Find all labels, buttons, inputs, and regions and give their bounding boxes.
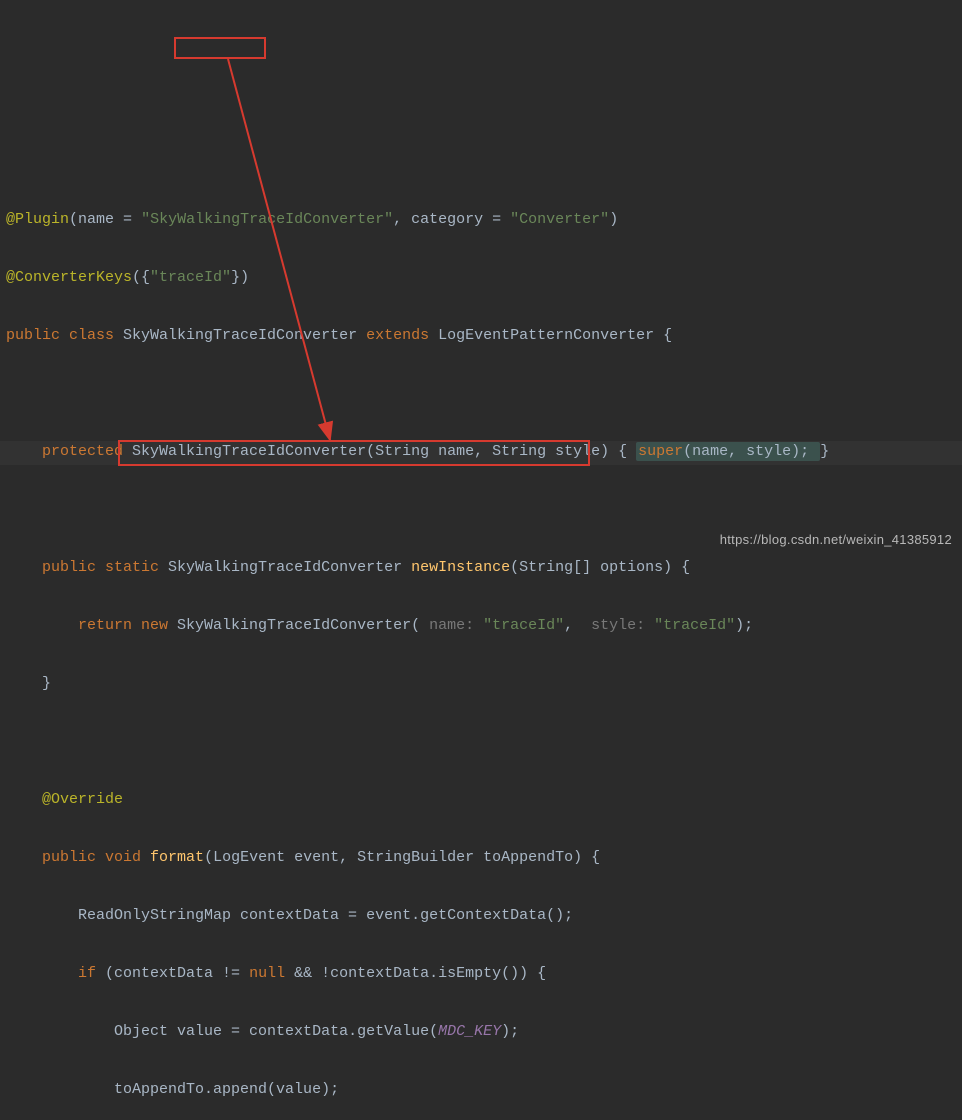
- super-call: super(name, style);: [636, 442, 820, 461]
- code-editor[interactable]: @Plugin(name = "SkyWalkingTraceIdConvert…: [0, 174, 962, 1120]
- blank-line: [6, 727, 962, 756]
- code-line: public static SkyWalkingTraceIdConverter…: [6, 553, 962, 582]
- param-hint: style:: [582, 617, 654, 634]
- code-line: ReadOnlyStringMap contextData = event.ge…: [6, 901, 962, 930]
- blank-line: [6, 379, 962, 408]
- highlight-box-traceId: [174, 37, 266, 59]
- code-line: }: [6, 669, 962, 698]
- code-line: if (contextData != null && !contextData.…: [6, 959, 962, 988]
- annotation: @Override: [42, 791, 123, 808]
- param-hint: name:: [420, 617, 483, 634]
- code-line: Object value = contextData.getValue(MDC_…: [6, 1017, 962, 1046]
- code-line: @ConverterKeys({"traceId"}): [6, 263, 962, 292]
- code-line: @Plugin(name = "SkyWalkingTraceIdConvert…: [6, 205, 962, 234]
- code-line: @Override: [6, 785, 962, 814]
- code-line: toAppendTo.append(value);: [6, 1075, 962, 1104]
- method-name: format: [150, 849, 204, 866]
- code-line: public class SkyWalkingTraceIdConverter …: [6, 321, 962, 350]
- traceId-literal: "traceId": [150, 269, 231, 286]
- mdc-key-ref: MDC_KEY: [438, 1023, 501, 1040]
- code-line: return new SkyWalkingTraceIdConverter( n…: [6, 611, 962, 640]
- method-name: newInstance: [411, 559, 510, 576]
- highlight-box-getValue: [118, 440, 590, 466]
- code-line: public void format(LogEvent event, Strin…: [6, 843, 962, 872]
- annotation: @Plugin: [6, 211, 69, 228]
- annotation: @ConverterKeys: [6, 269, 132, 286]
- watermark: https://blog.csdn.net/weixin_41385912: [712, 496, 952, 554]
